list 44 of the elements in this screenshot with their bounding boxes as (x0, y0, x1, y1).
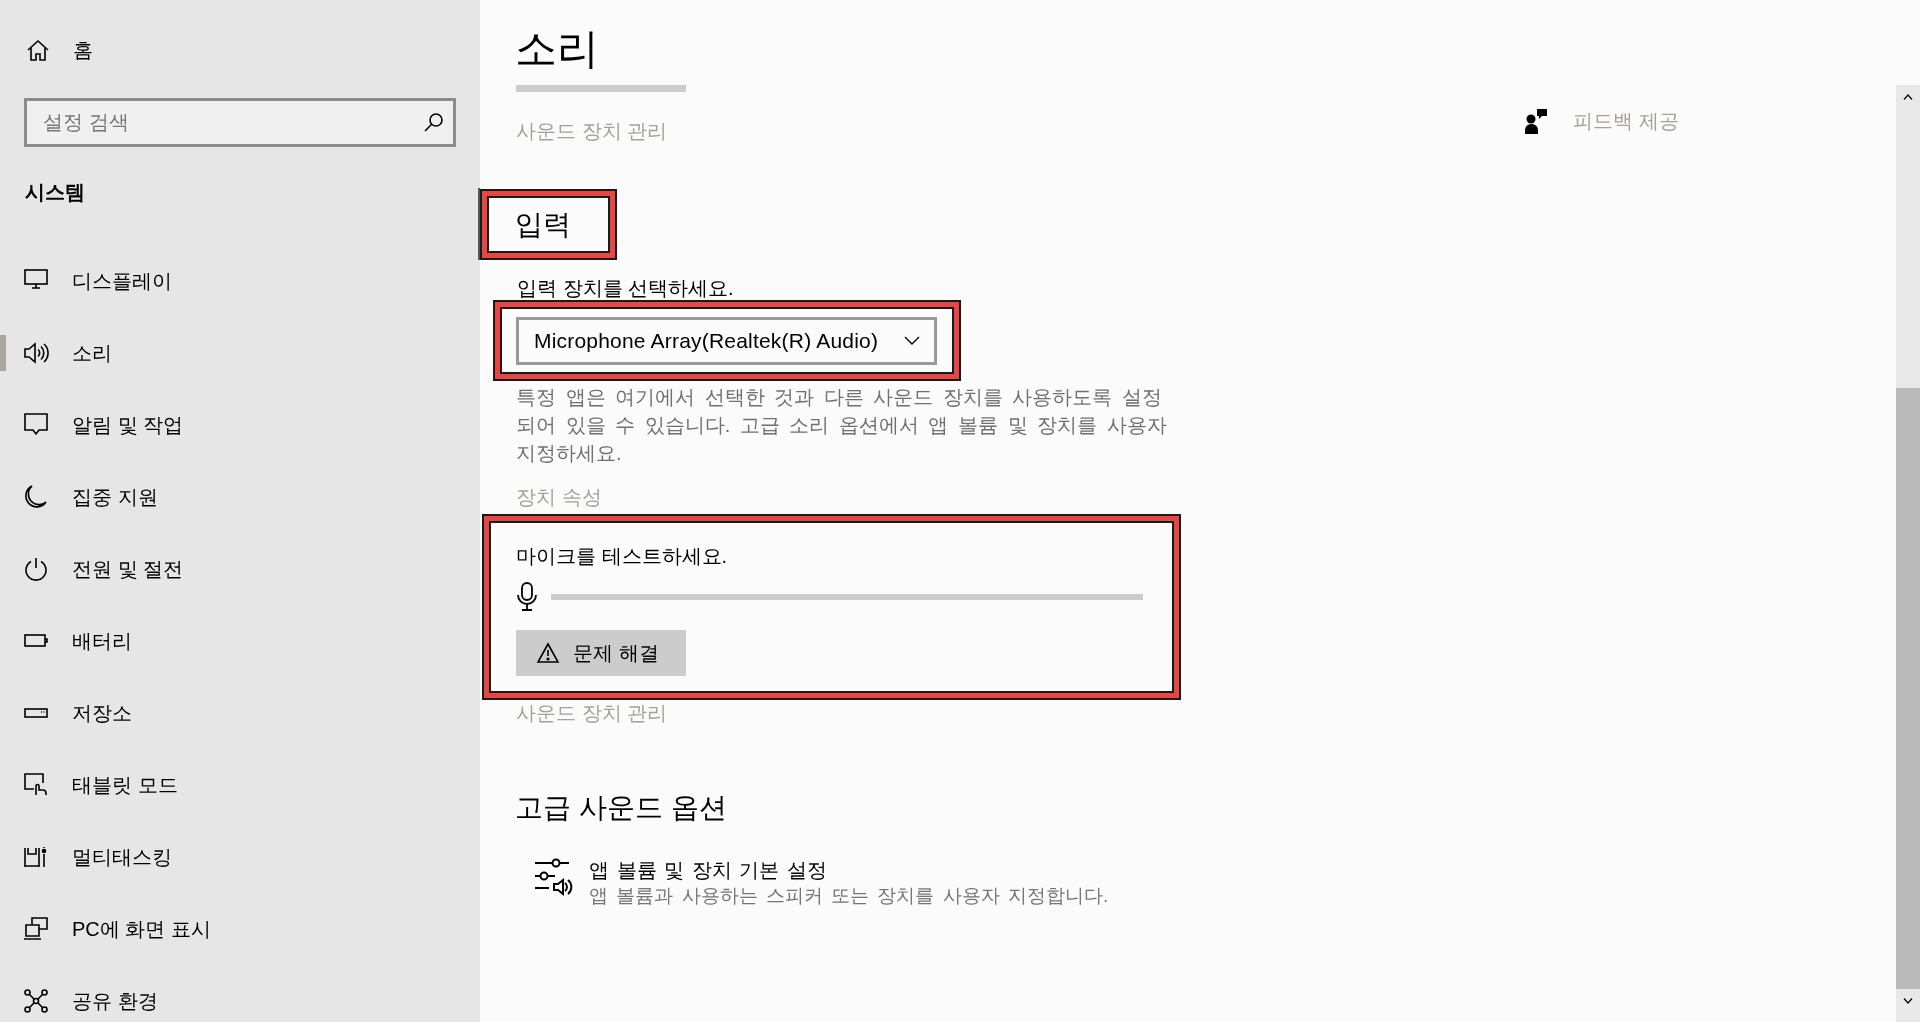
nav-item[interactable]: PC에 화면 표시 (0, 893, 480, 965)
nav-item[interactable]: 공유 환경 (0, 965, 480, 1022)
window-layout-icon (24, 845, 48, 869)
person-speech-icon (1525, 108, 1547, 134)
scrollbar-thumb[interactable] (1896, 388, 1920, 989)
section-heading: 입력 (515, 207, 571, 242)
home-link[interactable]: 홈 (0, 30, 93, 70)
speech-bubble-icon (24, 413, 48, 437)
tablet-hand-icon (24, 773, 48, 797)
input-device-dropdown[interactable]: Microphone Array(Realtek(R) Audio) (516, 316, 937, 365)
sliders-speaker-icon[interactable] (534, 857, 570, 897)
field-label: 입력 장치를 선택하세요. (517, 276, 734, 300)
scroll-up-icon[interactable] (1903, 94, 1913, 100)
app-volume-description: 앱 볼륨과 사용하는 스피커 또는 장치를 사용자 지정합니다. (589, 884, 1109, 908)
section-heading: 고급 사운드 옵션 (515, 791, 727, 825)
nav-item[interactable]: 소리 (0, 317, 480, 389)
nav-item[interactable]: 배터리 (0, 605, 480, 677)
sidebar-scrollbar-thumb[interactable] (478, 188, 480, 260)
mic-test-label: 마이크를 테스트하세요. (516, 544, 728, 569)
speaker-icon (24, 341, 48, 365)
home-icon (27, 39, 49, 61)
section-title: 시스템 (25, 180, 85, 205)
search-icon[interactable] (424, 113, 443, 132)
scroll-down-icon[interactable] (1903, 998, 1913, 1004)
chevron-down-icon (904, 336, 920, 345)
troubleshoot-button[interactable]: 문제 해결 (516, 630, 686, 676)
nav-item[interactable]: 디스플레이 (0, 245, 480, 317)
nav-item[interactable]: 저장소 (0, 677, 480, 749)
two-screens-icon (24, 917, 48, 941)
nav-item[interactable]: 전원 및 절전 (0, 533, 480, 605)
microphone-icon (516, 582, 538, 612)
nav-item[interactable]: 집중 지원 (0, 461, 480, 533)
nav-item[interactable]: 알림 및 작업 (0, 389, 480, 461)
moon-icon (24, 485, 48, 509)
scrollbar-track[interactable] (1896, 85, 1920, 1022)
search-field[interactable]: 설정 검색 (24, 98, 456, 147)
nav-item[interactable]: 태블릿 모드 (0, 749, 480, 821)
connected-nodes-icon (24, 989, 48, 1013)
nav-item[interactable]: 멀티태스킹 (0, 821, 480, 893)
description-text: 특정 앱은 여기에서 선택한 것과 다른 사운드 장치를 사용하도록 설정 되어 있을 수 있습니다. 고급 소리 옵션에서 앱 볼륨 및 장치를 사용자 지정하세요. (516, 385, 1168, 466)
warning-icon (537, 643, 559, 663)
power-icon (24, 557, 48, 581)
page-title: 소리 (515, 24, 599, 74)
app-volume-settings-link[interactable]: 앱 볼륨 및 장치 기본 설정 (589, 857, 827, 883)
